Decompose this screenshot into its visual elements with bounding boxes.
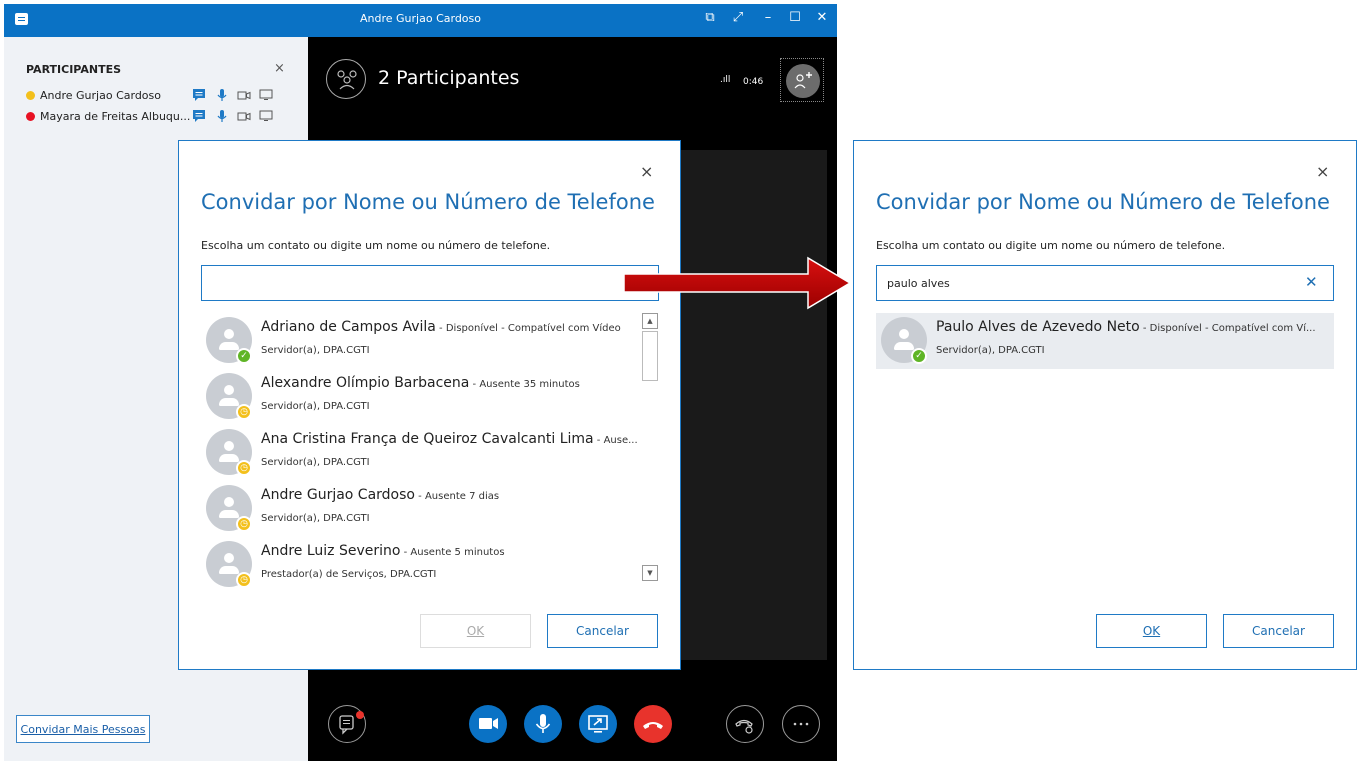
away-status-icon: ◷ (236, 572, 252, 588)
more-icon (793, 722, 809, 726)
contact-role: Servidor(a), DPA.CGTI (261, 401, 370, 412)
contact-role: Prestador(a) de Serviços, DPA.CGTI (261, 569, 437, 580)
participant-row[interactable]: Andre Gurjao Cardoso (26, 87, 296, 105)
fullscreen-icon[interactable]: ⤢ (728, 10, 748, 25)
share-screen-button[interactable] (579, 705, 617, 743)
contact-name: Andre Gurjao Cardoso (261, 487, 415, 503)
layout-icon[interactable]: ⧉ (700, 10, 720, 25)
contact-name: Paulo Alves de Azevedo Neto (936, 319, 1140, 335)
microphone-icon[interactable] (215, 109, 229, 123)
unread-indicator (356, 711, 364, 719)
contact-presence: - Ausente 35 minutos (469, 379, 580, 390)
dialog-instructions: Escolha um contato ou digite um nome ou … (201, 239, 551, 252)
contact-list-scrollbar[interactable]: ▲ ▼ (642, 313, 658, 581)
signal-strength-icon: .ıll (720, 75, 731, 85)
dialog-title: Convidar por Nome ou Número de Telefone (201, 190, 655, 214)
participants-count: 2 Participantes (378, 67, 520, 89)
contact-search-input[interactable]: paulo alves ✕ (876, 265, 1334, 301)
microphone-icon[interactable] (215, 88, 229, 102)
clear-search-icon[interactable]: ✕ (1305, 273, 1318, 291)
ok-button[interactable]: OK (420, 614, 531, 648)
microphone-icon (535, 714, 551, 733)
hang-up-button[interactable] (634, 705, 672, 743)
im-icon[interactable] (192, 109, 206, 123)
contact-row-selected[interactable]: ✓ Paulo Alves de Azevedo Neto - Disponív… (876, 313, 1334, 369)
close-panel-icon[interactable]: × (274, 61, 285, 76)
busy-status-icon (26, 112, 35, 121)
available-status-icon: ✓ (236, 348, 252, 364)
away-status-icon (26, 91, 35, 100)
contact-row[interactable]: ◷ Alexandre Olímpio Barbacena - Ausente … (201, 369, 639, 425)
participant-row[interactable]: Mayara de Freitas Albuqu... (26, 108, 296, 126)
contact-row[interactable]: ✓ Adriano de Campos Avila - Disponível -… (201, 313, 639, 369)
hang-up-icon (643, 722, 663, 729)
participant-name: Mayara de Freitas Albuqu... (40, 110, 191, 123)
away-status-icon: ◷ (236, 404, 252, 420)
phone-settings-icon (735, 719, 753, 734)
contact-row[interactable]: ◷ Andre Gurjao Cardoso - Ausente 7 dias … (201, 481, 639, 537)
contact-name: Andre Luiz Severino (261, 543, 401, 559)
video-icon[interactable] (237, 109, 251, 123)
search-value: paulo alves (887, 277, 950, 290)
contact-role: Servidor(a), DPA.CGTI (261, 513, 370, 524)
close-icon[interactable]: ✕ (812, 10, 832, 25)
available-status-icon: ✓ (911, 348, 927, 364)
contact-presence: - Disponível - Compatível com Ví... (1139, 323, 1316, 334)
invite-dialog: × Convidar por Nome ou Número de Telefon… (178, 140, 681, 670)
participants-icon[interactable] (326, 59, 366, 99)
invite-more-people-button[interactable]: Convidar Mais Pessoas (16, 715, 150, 743)
contact-role: Servidor(a), DPA.CGTI (936, 345, 1045, 356)
video-icon[interactable] (237, 88, 251, 102)
add-people-icon (786, 64, 820, 98)
contact-presence: - Ausente 5 minutos (400, 547, 505, 558)
contact-presence: - Ausente 7 dias (415, 491, 500, 502)
contact-row[interactable]: ◷ Andre Luiz Severino - Ausente 5 minuto… (201, 537, 639, 593)
scroll-down-icon[interactable]: ▼ (642, 565, 658, 581)
participants-heading: PARTICIPANTES (26, 63, 122, 76)
contact-presence: - Disponível - Compatível com Vídeo (435, 323, 621, 334)
contact-name: Alexandre Olímpio Barbacena (261, 375, 470, 391)
scroll-thumb[interactable] (642, 331, 658, 381)
call-controls-button[interactable] (726, 705, 764, 743)
add-participant-button[interactable] (780, 58, 824, 102)
more-options-button[interactable] (782, 705, 820, 743)
dialog-instructions: Escolha um contato ou digite um nome ou … (876, 239, 1226, 252)
screen-share-icon[interactable] (259, 109, 273, 123)
contact-role: Servidor(a), DPA.CGTI (261, 345, 370, 356)
dialog-close-icon[interactable]: × (640, 162, 653, 181)
share-screen-icon (588, 715, 608, 733)
away-status-icon: ◷ (236, 516, 252, 532)
im-icon[interactable] (192, 88, 206, 102)
contact-search-input[interactable] (201, 265, 659, 301)
contact-presence: - Ause... (593, 435, 638, 446)
invite-dialog-filtered: × Convidar por Nome ou Número de Telefon… (853, 140, 1357, 670)
dialog-close-icon[interactable]: × (1316, 162, 1329, 181)
arrow-shape (623, 256, 852, 310)
contact-name: Adriano de Campos Avila (261, 319, 436, 335)
contact-row[interactable]: ◷ Ana Cristina França de Queiroz Cavalca… (201, 425, 639, 481)
contact-role: Servidor(a), DPA.CGTI (261, 457, 370, 468)
video-button[interactable] (469, 705, 507, 743)
arrow-graphic (623, 256, 852, 310)
maximize-icon[interactable]: ☐ (785, 10, 805, 25)
minimize-icon[interactable]: – (758, 10, 778, 25)
video-camera-icon (479, 718, 498, 729)
title-bar: Andre Gurjao Cardoso ⧉ ⤢ – ☐ ✕ (4, 4, 837, 37)
cancel-button[interactable]: Cancelar (1223, 614, 1334, 648)
dialog-title: Convidar por Nome ou Número de Telefone (876, 190, 1330, 214)
away-status-icon: ◷ (236, 460, 252, 476)
ok-button[interactable]: OK (1096, 614, 1207, 648)
call-timer: 0:46 (743, 77, 764, 87)
participant-name: Andre Gurjao Cardoso (40, 89, 161, 102)
mute-button[interactable] (524, 705, 562, 743)
contact-name: Ana Cristina França de Queiroz Cavalcant… (261, 431, 594, 447)
scroll-up-icon[interactable]: ▲ (642, 313, 658, 329)
screen-share-icon[interactable] (259, 88, 273, 102)
cancel-button[interactable]: Cancelar (547, 614, 658, 648)
